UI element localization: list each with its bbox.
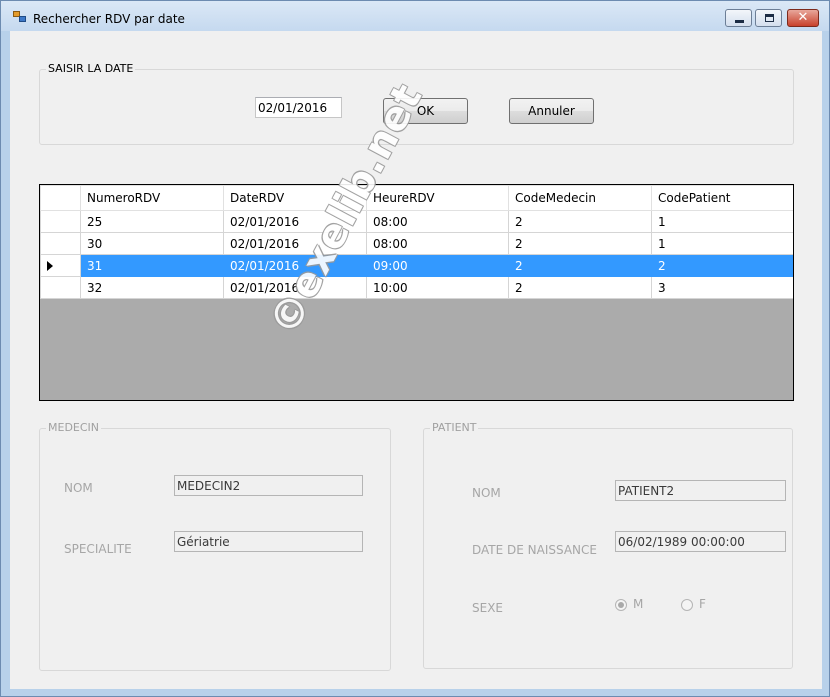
form-client-area: SAISIR LA DATE 02/01/2016 OK Annuler Num… <box>10 31 822 689</box>
row-header[interactable] <box>40 232 81 255</box>
table-cell[interactable]: 08:00 <box>366 210 509 233</box>
column-header[interactable]: CodeMedecin <box>508 185 652 211</box>
table-cell[interactable]: 08:00 <box>366 232 509 255</box>
sexe-radio-m[interactable] <box>615 599 627 611</box>
table-row[interactable]: 25 02/01/2016 08:00 2 1 <box>40 210 793 233</box>
rdv-table: NumeroRDV DateRDV HeureRDV CodeMedecin C… <box>40 185 793 299</box>
medecin-group-title: MEDECIN <box>46 421 102 434</box>
sexe-radio-f[interactable] <box>681 599 693 611</box>
table-row[interactable]: 32 02/01/2016 10:00 2 3 <box>40 276 793 299</box>
table-cell[interactable]: 2 <box>508 254 652 277</box>
medecin-specialite-field: Gériatrie <box>174 531 363 552</box>
medecin-nom-field: MEDECIN2 <box>174 475 363 496</box>
minimize-icon <box>735 20 744 23</box>
table-cell[interactable]: 32 <box>80 276 224 299</box>
sexe-option-m-label: M <box>633 597 644 611</box>
table-cell[interactable]: 2 <box>508 210 652 233</box>
close-button[interactable]: ✕ <box>787 9 819 27</box>
close-icon: ✕ <box>797 10 809 25</box>
patient-group: PATIENT NOM PATIENT2 DATE DE NAISSANCE 0… <box>423 421 793 669</box>
app-icon <box>13 11 27 23</box>
rdv-data-grid[interactable]: NumeroRDV DateRDV HeureRDV CodeMedecin C… <box>39 184 794 401</box>
date-group-title: SAISIR LA DATE <box>46 62 136 75</box>
table-cell[interactable]: 1 <box>651 232 793 255</box>
minimize-button[interactable] <box>725 9 752 27</box>
current-row-arrow-icon <box>47 261 53 271</box>
sexe-option-f-label: F <box>699 597 706 611</box>
table-cell[interactable]: 30 <box>80 232 224 255</box>
table-cell[interactable]: 2 <box>508 276 652 299</box>
date-input[interactable]: 02/01/2016 <box>255 97 342 118</box>
medecin-specialite-label: SPECIALITE <box>64 542 132 556</box>
table-cell[interactable]: 25 <box>80 210 224 233</box>
patient-naissance-label: DATE DE NAISSANCE <box>472 543 597 557</box>
medecin-group: MEDECIN NOM MEDECIN2 SPECIALITE Gériatri… <box>39 421 391 671</box>
table-cell[interactable]: 10:00 <box>366 276 509 299</box>
row-header[interactable] <box>40 276 81 299</box>
column-header[interactable]: NumeroRDV <box>80 185 224 211</box>
patient-sexe-label: SEXE <box>472 601 504 615</box>
app-window: Rechercher RDV par date ✕ SAISIR LA DATE… <box>0 0 830 697</box>
cancel-button[interactable]: Annuler <box>509 98 594 124</box>
medecin-nom-label: NOM <box>64 481 93 495</box>
column-header[interactable]: CodePatient <box>651 185 793 211</box>
title-bar[interactable]: Rechercher RDV par date ✕ <box>1 1 829 31</box>
grid-header-row: NumeroRDV DateRDV HeureRDV CodeMedecin C… <box>40 185 793 211</box>
patient-naissance-field: 06/02/1989 00:00:00 <box>615 531 786 552</box>
table-cell[interactable]: 1 <box>651 210 793 233</box>
table-cell[interactable]: 3 <box>651 276 793 299</box>
table-cell[interactable]: 2 <box>508 232 652 255</box>
row-header[interactable] <box>40 210 81 233</box>
patient-group-title: PATIENT <box>430 421 479 434</box>
table-cell[interactable]: 2 <box>651 254 793 277</box>
row-header[interactable] <box>40 254 81 277</box>
grid-corner-header[interactable] <box>40 185 81 211</box>
patient-nom-label: NOM <box>472 486 501 500</box>
table-row-selected[interactable]: 31 02/01/2016 09:00 2 2 <box>40 254 793 277</box>
maximize-icon <box>765 14 774 22</box>
patient-nom-field: PATIENT2 <box>615 480 786 501</box>
table-cell[interactable]: 09:00 <box>366 254 509 277</box>
maximize-button[interactable] <box>755 9 782 27</box>
table-row[interactable]: 30 02/01/2016 08:00 2 1 <box>40 232 793 255</box>
window-title: Rechercher RDV par date <box>33 12 185 26</box>
table-cell[interactable]: 31 <box>80 254 224 277</box>
column-header[interactable]: HeureRDV <box>366 185 509 211</box>
